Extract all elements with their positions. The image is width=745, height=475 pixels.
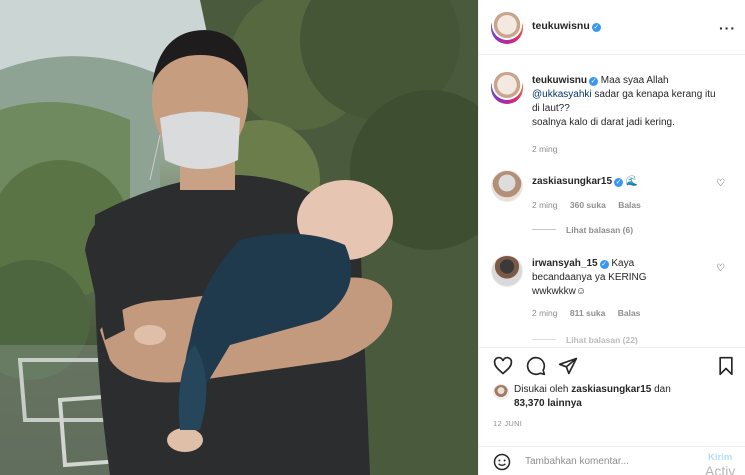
like-heart-icon[interactable] xyxy=(493,356,513,376)
comment-meta: 2 ming 360 suka Balas xyxy=(532,200,651,210)
post-photo[interactable] xyxy=(0,0,478,475)
comment-avatar[interactable] xyxy=(491,255,523,287)
post-side-panel: teukuwisnu ✓ ··· teukuwisnu ✓ Maa syaa All… xyxy=(478,0,745,475)
verified-badge-icon: ✓ xyxy=(589,77,599,86)
post-date[interactable]: 12 JUNI xyxy=(493,419,522,428)
caption-text-a: Maa syaa Allah xyxy=(600,75,669,86)
caption-body: teukuwisnu ✓ Maa syaa Allah @ukkasyahki s… xyxy=(532,74,722,130)
author-avatar[interactable] xyxy=(491,12,523,44)
caption-time[interactable]: 2 ming xyxy=(532,144,558,154)
emoji-smiley-icon[interactable] xyxy=(493,453,511,471)
photo-illustration xyxy=(0,0,478,475)
view-replies-text[interactable]: Lihat balasan (6) xyxy=(566,225,633,235)
send-comment-button[interactable]: Kirim xyxy=(708,452,732,463)
wave-emoji-icon: 🌊 xyxy=(625,176,639,187)
instagram-post-modal: teukuwisnu ✓ ··· teukuwisnu ✓ Maa syaa All… xyxy=(0,0,745,475)
comment-avatar[interactable] xyxy=(491,170,523,202)
author-username[interactable]: teukuwisnu ✓ xyxy=(532,20,601,32)
comment-username[interactable]: zaskiasungkar15 xyxy=(532,176,612,187)
comment-like-heart-icon[interactable]: ♡ xyxy=(716,179,726,189)
caption-username[interactable]: teukuwisnu xyxy=(532,75,587,86)
comment-reply-button[interactable]: Balas xyxy=(618,200,641,210)
share-paper-plane-icon[interactable] xyxy=(558,356,578,376)
liked-by-prefix: Disukai oleh xyxy=(514,384,569,395)
more-options-icon[interactable]: ··· xyxy=(719,20,736,36)
author-username-text[interactable]: teukuwisnu xyxy=(532,20,590,32)
comment-input[interactable]: Tambahkan komentar... xyxy=(525,456,629,467)
comment-username[interactable]: irwansyah_15 xyxy=(532,258,598,269)
comment-item: irwansyah_15 ✓ Kaya becandaanya ya KERING… xyxy=(479,255,745,350)
caption-meta: 2 ming xyxy=(532,144,568,154)
caption-text-c: soalnya kalo di darat jadi kering. xyxy=(532,117,675,128)
liked-by-joiner: dan xyxy=(654,384,671,395)
view-replies-text[interactable]: Lihat balasan (22) xyxy=(566,335,638,345)
add-comment-bar: Tambahkan komentar... Kirim Activ xyxy=(479,446,745,475)
post-caption: teukuwisnu ✓ Maa syaa Allah @ukkasyahki s… xyxy=(479,72,745,162)
verified-badge-icon: ✓ xyxy=(614,178,624,187)
view-replies-link[interactable]: Lihat balasan (22) xyxy=(532,335,638,345)
liked-by-text: Disukai oleh zaskiasungkar15 dan 83,370 … xyxy=(514,383,714,411)
activation-watermark: Activ xyxy=(705,463,736,475)
liked-by-username[interactable]: zaskiasungkar15 xyxy=(571,384,651,395)
caption-mention-link[interactable]: @ukkasyahki xyxy=(532,89,592,100)
comment-time[interactable]: 2 ming xyxy=(532,200,558,210)
comment-like-heart-icon[interactable]: ♡ xyxy=(716,264,726,274)
comment-bubble-icon[interactable] xyxy=(526,356,546,376)
caption-author-avatar[interactable] xyxy=(491,72,523,104)
replies-divider xyxy=(532,339,556,340)
liked-by-avatar[interactable] xyxy=(493,384,509,400)
comment-time[interactable]: 2 ming xyxy=(532,308,558,318)
liked-by-count[interactable]: 83,370 lainnya xyxy=(514,398,582,409)
comment-meta: 2 ming 811 suka Balas xyxy=(532,308,650,318)
replies-divider xyxy=(532,229,556,230)
comment-likes[interactable]: 811 suka xyxy=(570,308,605,318)
view-replies-link[interactable]: Lihat balasan (6) xyxy=(532,225,633,235)
comment-item: zaskiasungkar15 ✓ 🌊 ♡ 2 ming 360 suka Bal… xyxy=(479,170,745,240)
verified-badge-icon: ✓ xyxy=(591,23,601,32)
comment-body: irwansyah_15 ✓ Kaya becandaanya ya KERING… xyxy=(532,257,682,299)
comment-reply-button[interactable]: Balas xyxy=(618,308,641,318)
post-actions: Disukai oleh zaskiasungkar15 dan 83,370 … xyxy=(479,347,745,447)
comment-likes[interactable]: 360 suka xyxy=(570,200,606,210)
comment-body: zaskiasungkar15 ✓ 🌊 xyxy=(532,175,722,189)
verified-badge-icon: ✓ xyxy=(599,260,609,269)
save-bookmark-icon[interactable] xyxy=(717,356,735,376)
post-header: teukuwisnu ✓ ··· xyxy=(479,0,745,55)
